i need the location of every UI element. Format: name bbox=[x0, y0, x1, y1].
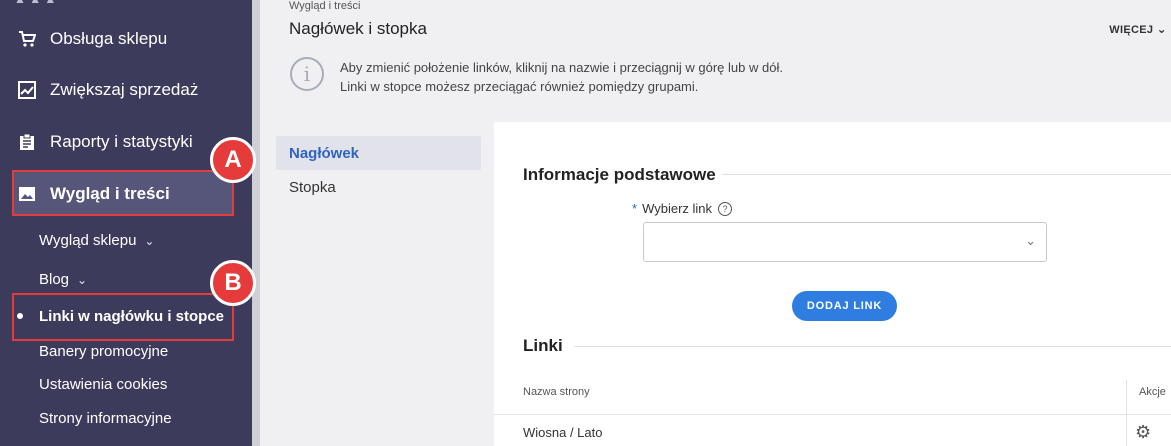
sidebar-subitem-cookies[interactable]: Ustawienia cookies bbox=[39, 376, 167, 393]
help-icon[interactable]: ? bbox=[718, 201, 733, 216]
annotation-badge-b: B bbox=[210, 260, 256, 306]
sidebar-subitem-shop-look[interactable]: Wygląd sklepu ⌄ bbox=[39, 232, 154, 249]
sidebar-subitem-banners[interactable]: Banery promocyjne bbox=[39, 343, 168, 360]
chevron-down-icon: ⌄ bbox=[1156, 22, 1167, 36]
chart-icon bbox=[18, 81, 36, 99]
section-title-basic-info: Informacje podstawowe bbox=[523, 165, 716, 184]
subitem-label: Banery promocyjne bbox=[39, 343, 169, 360]
required-mark: * bbox=[632, 201, 638, 216]
breadcrumb[interactable]: Wygląd i treści bbox=[289, 0, 360, 12]
subitem-label: Blog bbox=[39, 271, 70, 288]
annotation-box-b bbox=[12, 293, 234, 341]
section-divider bbox=[574, 346, 1171, 347]
section-title-links: Linki bbox=[523, 336, 563, 355]
column-header-name: Nazwa strony bbox=[523, 386, 590, 398]
cart-icon bbox=[18, 30, 36, 48]
table-row[interactable]: Wiosna / Lato bbox=[523, 425, 603, 440]
sidebar-subitem-info-pages[interactable]: Strony informacyjne bbox=[39, 410, 172, 427]
sidebar-item-label: Zwiększaj sprzedaż bbox=[50, 80, 199, 99]
annotation-box-a bbox=[12, 170, 234, 216]
chevron-down-icon: ⌄ bbox=[144, 233, 155, 248]
sidebar-item-label: Obsługa sklepu bbox=[50, 29, 168, 48]
sidebar-subitem-blog[interactable]: Blog ⌄ bbox=[39, 271, 87, 288]
info-icon: i bbox=[290, 57, 324, 91]
gear-icon[interactable]: ⚙ bbox=[1135, 423, 1153, 441]
link-select[interactable]: ⌄ bbox=[643, 222, 1047, 262]
clipboard-icon bbox=[18, 133, 36, 151]
subitem-label: Ustawienia cookies bbox=[39, 376, 168, 393]
subitem-label: Wygląd sklepu bbox=[39, 232, 137, 249]
sidebar-item-label: Raporty i statystyki bbox=[50, 132, 193, 151]
sidebar-top-partial: ▲ ▲ ▲ bbox=[14, 0, 244, 6]
chevron-down-icon: ⌄ bbox=[1025, 233, 1036, 248]
add-link-button[interactable]: DODAJ LINK bbox=[792, 291, 897, 321]
sidebar-item-increase-sales[interactable]: Zwiększaj sprzedaż bbox=[0, 68, 252, 112]
tab-footer[interactable]: Stopka bbox=[276, 170, 481, 204]
sidebar-item-shop-service[interactable]: Obsługa sklepu bbox=[0, 17, 252, 61]
info-text: Aby zmienić położenie linków, kliknij na… bbox=[340, 58, 783, 96]
annotation-badge-a: A bbox=[210, 137, 256, 183]
info-line-2: Linki w stopce możesz przeciągać również… bbox=[340, 79, 699, 94]
chevron-down-icon: ⌄ bbox=[77, 272, 88, 287]
info-box: i Aby zmienić położenie linków, kliknij … bbox=[290, 57, 783, 96]
column-divider bbox=[1126, 380, 1127, 446]
column-header-actions: Akcje bbox=[1139, 386, 1166, 398]
page-title: Nagłówek i stopka bbox=[289, 19, 427, 38]
sidebar: ▲ ▲ ▲ Obsługa sklepu Zwiększaj sprzedaż … bbox=[0, 0, 252, 446]
more-label: WIĘCEJ bbox=[1109, 24, 1154, 36]
field-label-select-link: * Wybierz link ? bbox=[632, 201, 733, 216]
tab-header[interactable]: Nagłówek bbox=[276, 136, 481, 170]
subitem-label: Strony informacyjne bbox=[39, 410, 172, 427]
info-line-1: Aby zmienić położenie linków, kliknij na… bbox=[340, 60, 783, 75]
field-label-text: Wybierz link bbox=[642, 201, 713, 216]
more-menu-button[interactable]: WIĘCEJ ⌄ bbox=[1109, 22, 1167, 36]
table-row-divider bbox=[494, 414, 1171, 415]
section-divider bbox=[722, 174, 1171, 175]
sidebar-scrollbar[interactable] bbox=[252, 0, 260, 446]
